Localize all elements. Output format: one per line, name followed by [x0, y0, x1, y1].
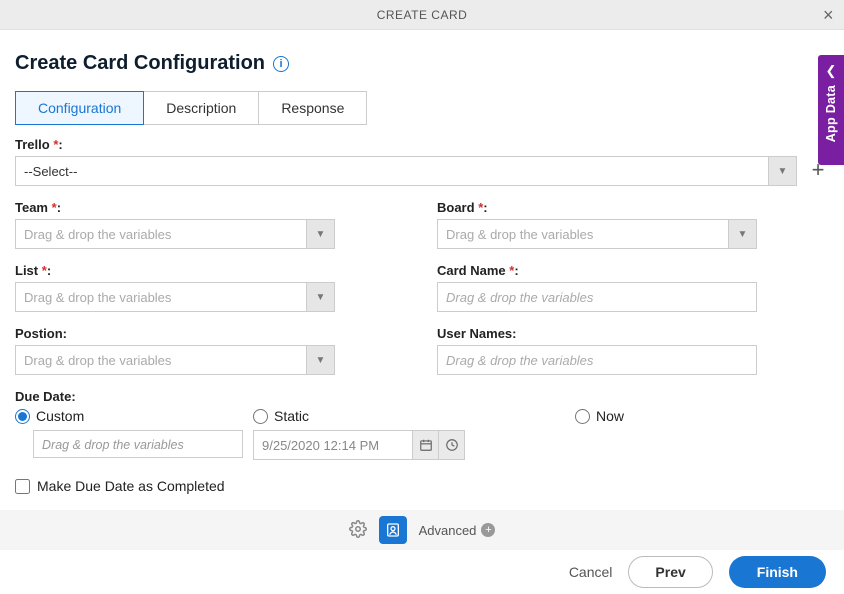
due-date-now-radio-input[interactable] — [575, 409, 590, 424]
trello-label: Trello *: — [15, 137, 829, 152]
team-field[interactable]: ▼ — [15, 219, 335, 249]
position-label: Postion: — [15, 326, 407, 341]
due-date-static-value[interactable]: 9/25/2020 12:14 PM — [253, 430, 413, 460]
team-label: Team *: — [15, 200, 407, 215]
list-input[interactable] — [15, 282, 307, 312]
tab-description[interactable]: Description — [144, 91, 259, 125]
position-field[interactable]: ▼ — [15, 345, 335, 375]
info-icon[interactable]: i — [273, 56, 289, 72]
team-input[interactable] — [15, 219, 307, 249]
trello-select-value: --Select-- — [15, 156, 769, 186]
board-field[interactable]: ▼ — [437, 219, 757, 249]
advanced-toggle[interactable]: Advanced + — [419, 523, 496, 538]
plus-circle-icon: + — [481, 523, 495, 537]
calendar-icon[interactable] — [413, 430, 439, 460]
chevron-left-icon: ❮ — [826, 63, 837, 79]
dialog-footer: Cancel Prev Finish — [0, 550, 844, 594]
app-data-panel-toggle[interactable]: ❮ App Data — [818, 55, 844, 165]
list-label: List *: — [15, 263, 407, 278]
prev-button[interactable]: Prev — [628, 556, 712, 588]
due-date-label: Due Date: — [15, 389, 829, 404]
required-mark: * — [53, 137, 58, 152]
due-date-static-radio[interactable]: Static — [253, 408, 465, 424]
list-field[interactable]: ▼ — [15, 282, 335, 312]
make-due-date-completed-checkbox[interactable]: Make Due Date as Completed — [15, 478, 829, 494]
advanced-bar: Advanced + — [0, 510, 844, 550]
position-input[interactable] — [15, 345, 307, 375]
dialog-header: CREATE CARD × — [0, 0, 844, 30]
due-date-custom-radio-input[interactable] — [15, 409, 30, 424]
tabs: Configuration Description Response — [15, 91, 829, 125]
card-name-input[interactable] — [437, 282, 757, 312]
board-label: Board *: — [437, 200, 829, 215]
user-card-icon[interactable] — [379, 516, 407, 544]
gear-icon[interactable] — [349, 520, 367, 541]
chevron-down-icon[interactable]: ▼ — [307, 219, 335, 249]
board-input[interactable] — [437, 219, 729, 249]
chevron-down-icon[interactable]: ▼ — [307, 345, 335, 375]
make-due-date-completed-checkbox-input[interactable] — [15, 479, 30, 494]
close-icon[interactable]: × — [823, 0, 834, 30]
user-names-label: User Names: — [437, 326, 829, 341]
clock-icon[interactable] — [439, 430, 465, 460]
card-name-label: Card Name *: — [437, 263, 829, 278]
dialog-title: CREATE CARD — [377, 8, 468, 22]
due-date-now-radio[interactable]: Now — [575, 408, 624, 424]
chevron-down-icon[interactable]: ▼ — [769, 156, 797, 186]
page-title: Create Card Configuration — [15, 52, 265, 75]
user-names-input[interactable] — [437, 345, 757, 375]
due-date-custom-radio[interactable]: Custom — [15, 408, 243, 424]
due-date-static-radio-input[interactable] — [253, 409, 268, 424]
trello-select[interactable]: --Select-- ▼ — [15, 156, 797, 186]
finish-button[interactable]: Finish — [729, 556, 826, 588]
app-data-label: App Data — [824, 85, 838, 142]
tab-configuration[interactable]: Configuration — [15, 91, 144, 125]
due-date-custom-input[interactable] — [33, 430, 243, 458]
tab-response[interactable]: Response — [259, 91, 367, 125]
cancel-button[interactable]: Cancel — [569, 564, 613, 580]
chevron-down-icon[interactable]: ▼ — [307, 282, 335, 312]
chevron-down-icon[interactable]: ▼ — [729, 219, 757, 249]
